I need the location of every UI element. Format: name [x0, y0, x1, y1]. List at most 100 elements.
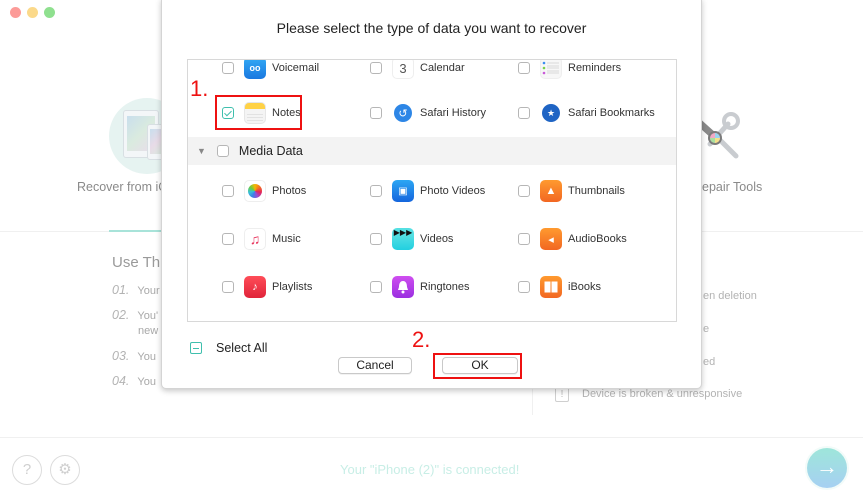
- option-label: AudioBooks: [568, 233, 627, 245]
- question-icon: ?: [22, 461, 32, 478]
- media-data-section[interactable]: ▼ Media Data: [188, 137, 676, 165]
- photo-videos-checkbox[interactable]: [370, 185, 382, 197]
- select-all[interactable]: Select All: [190, 341, 267, 355]
- audiobooks-checkbox[interactable]: [518, 233, 530, 245]
- voicemail-checkbox[interactable]: [222, 62, 234, 74]
- select-all-checkbox[interactable]: [190, 342, 202, 354]
- music-checkbox[interactable]: [222, 233, 234, 245]
- audiobooks-icon: ◂: [540, 228, 562, 250]
- safari-bookmarks-icon: ★: [540, 102, 562, 124]
- photo-videos-icon: ▣: [392, 180, 414, 202]
- option-label: Reminders: [568, 62, 622, 74]
- playlists-icon: ♪: [244, 276, 266, 298]
- scenario-item: en deletion: [703, 290, 757, 302]
- window-controls: [10, 7, 55, 18]
- option-label: Calendar: [420, 62, 465, 74]
- gear-icon: ⚙: [58, 461, 72, 478]
- reminders-checkbox[interactable]: [518, 62, 530, 74]
- videos-icon: ▶▶▶: [392, 228, 414, 250]
- cancel-button[interactable]: Cancel: [338, 357, 412, 374]
- next-button[interactable]: →: [807, 448, 847, 488]
- option-label: Ringtones: [420, 281, 470, 293]
- annotation-box-notes: [215, 95, 302, 130]
- option-label: Voicemail: [272, 62, 320, 74]
- option-safari-bookmarks[interactable]: ★ Safari Bookmarks: [518, 98, 655, 128]
- option-ibooks[interactable]: iBooks: [518, 272, 601, 302]
- playlists-checkbox[interactable]: [222, 281, 234, 293]
- safari-history-checkbox[interactable]: [370, 107, 382, 119]
- option-label: Playlists: [272, 281, 313, 293]
- option-ringtones[interactable]: Ringtones: [370, 272, 470, 302]
- settings-button[interactable]: ⚙: [50, 455, 80, 485]
- mode-label-icloud: Recover from iC: [77, 180, 168, 194]
- data-type-row: ♫ Music ▶▶▶ Videos ◂ AudioBooks: [188, 224, 676, 254]
- calendar-icon: 3: [392, 60, 414, 79]
- dialog-title: Please select the type of data you want …: [276, 20, 587, 36]
- option-voicemail[interactable]: oo Voicemail: [222, 60, 320, 83]
- option-label: Videos: [420, 233, 454, 245]
- option-label: Photos: [272, 185, 307, 197]
- active-mode-indicator: [109, 230, 164, 232]
- use-item: 02. You': [112, 308, 159, 322]
- safari-history-icon: ↺: [392, 102, 414, 124]
- data-type-dialog: Please select the type of data you want …: [161, 0, 702, 389]
- option-photo-videos[interactable]: ▣ Photo Videos: [370, 176, 485, 206]
- ringtones-icon: [392, 276, 414, 298]
- option-music[interactable]: ♫ Music: [222, 224, 301, 254]
- minimize-window-button[interactable]: [27, 7, 38, 18]
- use-item: 03. You: [112, 349, 156, 363]
- arrow-right-icon: →: [816, 454, 838, 479]
- use-section-title: Use Thi: [112, 254, 164, 271]
- photos-icon: [244, 180, 266, 202]
- connection-status: Your "iPhone (2)" is connected!: [340, 462, 520, 477]
- option-videos[interactable]: ▶▶▶ Videos: [370, 224, 453, 254]
- scenario-item: ed: [703, 356, 716, 368]
- option-thumbnails[interactable]: ▲ Thumbnails: [518, 176, 625, 206]
- section-label: Media Data: [238, 144, 303, 158]
- option-label: Safari History: [420, 107, 487, 119]
- annotation-step-1: 1.: [190, 76, 209, 101]
- mode-label-repair-tools: epair Tools: [702, 180, 763, 194]
- ringtones-checkbox[interactable]: [370, 281, 382, 293]
- use-item-continuation: new: [138, 325, 159, 337]
- option-label: Safari Bookmarks: [568, 107, 655, 119]
- option-audiobooks[interactable]: ◂ AudioBooks: [518, 224, 627, 254]
- use-item: 04. You: [112, 374, 156, 388]
- option-safari-history[interactable]: ↺ Safari History: [370, 98, 486, 128]
- data-type-row: ♪ Playlists Ringtones iBooks: [188, 272, 676, 302]
- app-window: Recover from iC epair Tools Use Thi 01. Y…: [0, 0, 863, 500]
- help-button[interactable]: ?: [12, 455, 42, 485]
- option-label: Photo Videos: [420, 185, 486, 197]
- data-type-row: Photos ▣ Photo Videos ▲ Thumbnails: [188, 176, 676, 206]
- select-all-label: Select All: [216, 341, 268, 355]
- exclamation-icon: !: [555, 387, 569, 402]
- option-calendar[interactable]: 3 Calendar: [370, 60, 465, 83]
- media-data-checkbox[interactable]: [216, 145, 229, 157]
- option-label: Thumbnails: [568, 185, 625, 197]
- calendar-checkbox[interactable]: [370, 62, 382, 74]
- annotation-step-2: 2.: [412, 327, 431, 352]
- data-type-row: oo Voicemail 3 Calendar Reminders: [188, 60, 676, 83]
- disclosure-triangle-icon[interactable]: ▼: [197, 146, 206, 156]
- option-label: Music: [272, 233, 301, 245]
- videos-checkbox[interactable]: [370, 233, 382, 245]
- ibooks-icon: [540, 276, 562, 298]
- photos-checkbox[interactable]: [222, 185, 234, 197]
- option-reminders[interactable]: Reminders: [518, 60, 622, 83]
- safari-bookmarks-checkbox[interactable]: [518, 107, 530, 119]
- music-icon: ♫: [244, 228, 266, 250]
- scenario-item: Device is broken & unresponsive: [582, 388, 743, 400]
- thumbnails-checkbox[interactable]: [518, 185, 530, 197]
- footer-divider: [0, 437, 863, 438]
- option-photos[interactable]: Photos: [222, 176, 306, 206]
- ibooks-checkbox[interactable]: [518, 281, 530, 293]
- use-item: 01. Your: [112, 283, 160, 297]
- voicemail-icon: oo: [244, 60, 266, 79]
- annotation-box-ok: [433, 353, 522, 379]
- thumbnails-icon: ▲: [540, 180, 562, 202]
- option-label: iBooks: [568, 281, 602, 293]
- reminders-icon: [540, 60, 562, 79]
- option-playlists[interactable]: ♪ Playlists: [222, 272, 312, 302]
- close-window-button[interactable]: [10, 7, 21, 18]
- maximize-window-button[interactable]: [44, 7, 55, 18]
